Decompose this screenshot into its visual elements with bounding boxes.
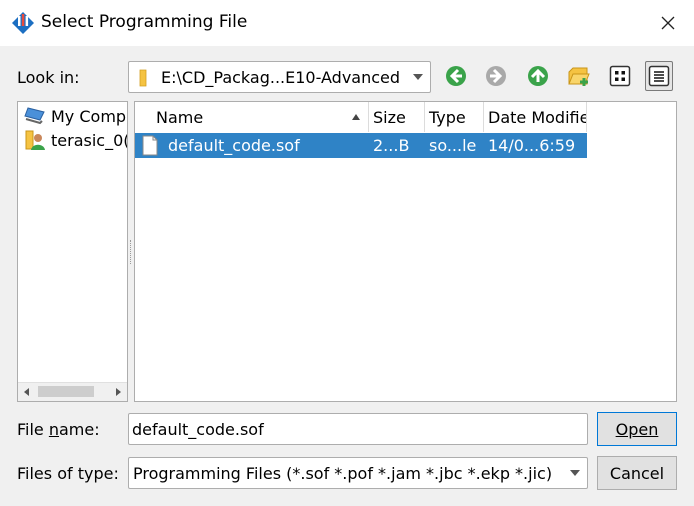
- column-header-label: Size: [373, 107, 406, 127]
- file-size: 2...B: [373, 136, 410, 155]
- open-button-label: Open: [615, 419, 659, 439]
- column-header-date[interactable]: Date Modifie: [484, 102, 587, 132]
- file-name-label-mnemonic: n: [48, 420, 59, 439]
- file-type-label: Files of type:: [17, 464, 119, 483]
- file-list: Name Size Type Date Modifie default_code…: [134, 101, 677, 402]
- file-name: default_code.sof: [168, 136, 300, 155]
- column-header-size[interactable]: Size: [369, 102, 425, 132]
- quartus-app-icon: [12, 12, 34, 34]
- column-header-label: Type: [429, 107, 466, 127]
- file-name-label: File name:: [17, 420, 100, 439]
- detail-view-button[interactable]: [645, 61, 673, 91]
- file-date: 14/0...6:59: [488, 136, 576, 155]
- forward-button[interactable]: [482, 61, 510, 91]
- user-folder-icon: [25, 130, 45, 150]
- detail-view-icon: [648, 65, 670, 87]
- icon-view-button[interactable]: [606, 61, 634, 91]
- sort-ascending-icon: [352, 114, 360, 120]
- sidebar-item-my-computer[interactable]: My Comp: [24, 105, 126, 127]
- back-icon: [446, 66, 466, 86]
- file-icon: [142, 135, 158, 156]
- sidebar-item-label: My Comp: [51, 106, 127, 126]
- back-button[interactable]: [442, 61, 470, 91]
- cancel-button-label: Cancel: [609, 463, 665, 483]
- sidebar-item-label: terasic_0(: [51, 130, 128, 150]
- scroll-left-button[interactable]: [18, 383, 36, 401]
- up-button[interactable]: [524, 61, 552, 91]
- forward-icon: [486, 66, 506, 86]
- file-type-combo[interactable]: Programming Files (*.sof *.pof *.jam *.j…: [128, 457, 588, 489]
- file-type-value: Programming Files (*.sof *.pof *.jam *.j…: [133, 464, 553, 483]
- splitter-handle[interactable]: [130, 240, 133, 264]
- look-in-label: Look in:: [17, 68, 80, 87]
- close-icon: [661, 16, 675, 30]
- file-name-label-part: ame:: [59, 420, 100, 439]
- computer-icon: [24, 107, 45, 125]
- title-bar: Select Programming File: [0, 0, 694, 46]
- chevron-down-icon: [413, 74, 423, 80]
- scroll-left-icon: [24, 388, 29, 396]
- sidebar-item-terasic[interactable]: terasic_0(: [24, 129, 128, 151]
- look-in-combo[interactable]: E:\CD_Packag...E10-Advanced: [128, 61, 431, 93]
- file-type: so...le: [429, 136, 477, 155]
- new-folder-icon: [568, 67, 590, 86]
- column-header-label: Date Modifie: [488, 107, 587, 127]
- column-header-name[interactable]: Name: [135, 102, 369, 132]
- file-name-label-part: File: [17, 420, 49, 439]
- sidebar-horizontal-scrollbar[interactable]: [18, 382, 127, 401]
- scrollbar-thumb[interactable]: [38, 386, 94, 397]
- folder-icon: [139, 69, 147, 87]
- file-name-value: default_code.sof: [132, 420, 264, 439]
- close-button[interactable]: [648, 6, 688, 40]
- look-in-path: E:\CD_Packag...E10-Advanced: [161, 68, 401, 87]
- icon-view-icon: [609, 65, 631, 87]
- sidebar: My Comp terasic_0(: [17, 101, 128, 402]
- file-row-selected[interactable]: default_code.sof 2...B so...le 14/0...6:…: [135, 133, 587, 158]
- file-name-input[interactable]: default_code.sof: [128, 413, 588, 445]
- chevron-down-icon: [570, 470, 580, 476]
- window-title: Select Programming File: [41, 12, 248, 32]
- new-folder-button[interactable]: [565, 61, 593, 91]
- up-icon: [528, 66, 548, 86]
- column-header-label: Name: [156, 107, 204, 127]
- column-header-type[interactable]: Type: [425, 102, 484, 132]
- cancel-button[interactable]: Cancel: [597, 456, 677, 490]
- open-button[interactable]: Open: [597, 412, 677, 446]
- scroll-right-button[interactable]: [109, 383, 127, 401]
- scroll-right-icon: [116, 388, 121, 396]
